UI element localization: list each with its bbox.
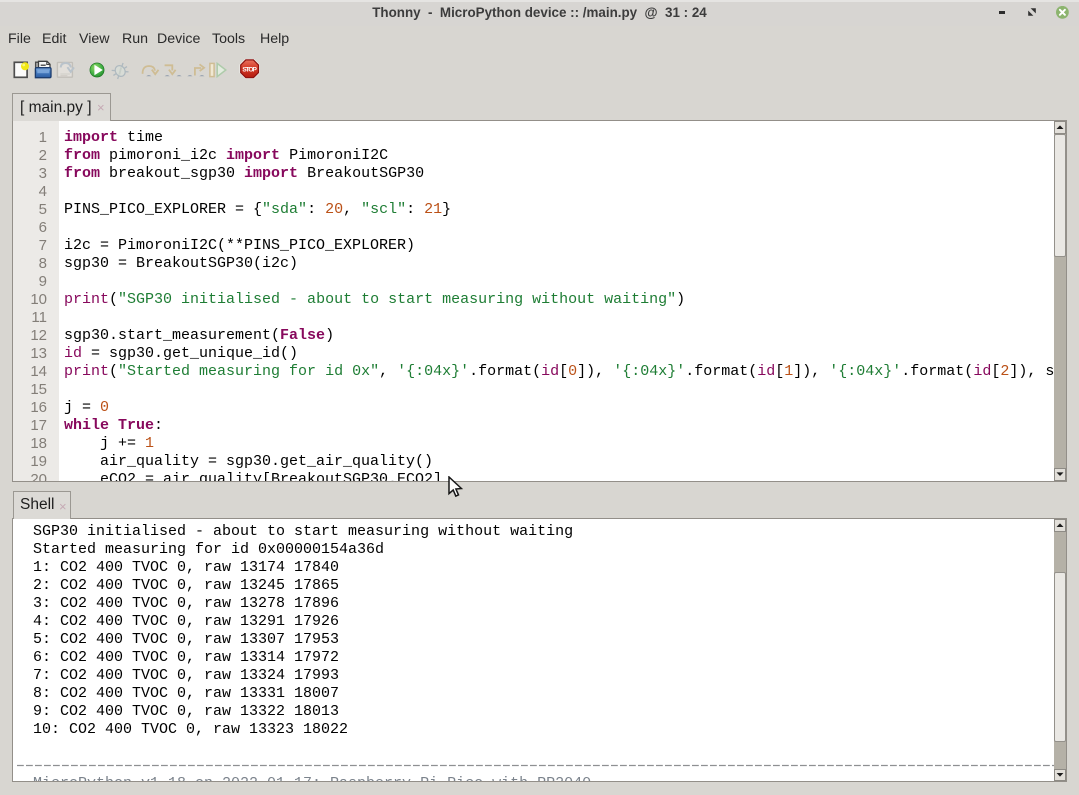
svg-text:STOP: STOP — [242, 67, 257, 74]
